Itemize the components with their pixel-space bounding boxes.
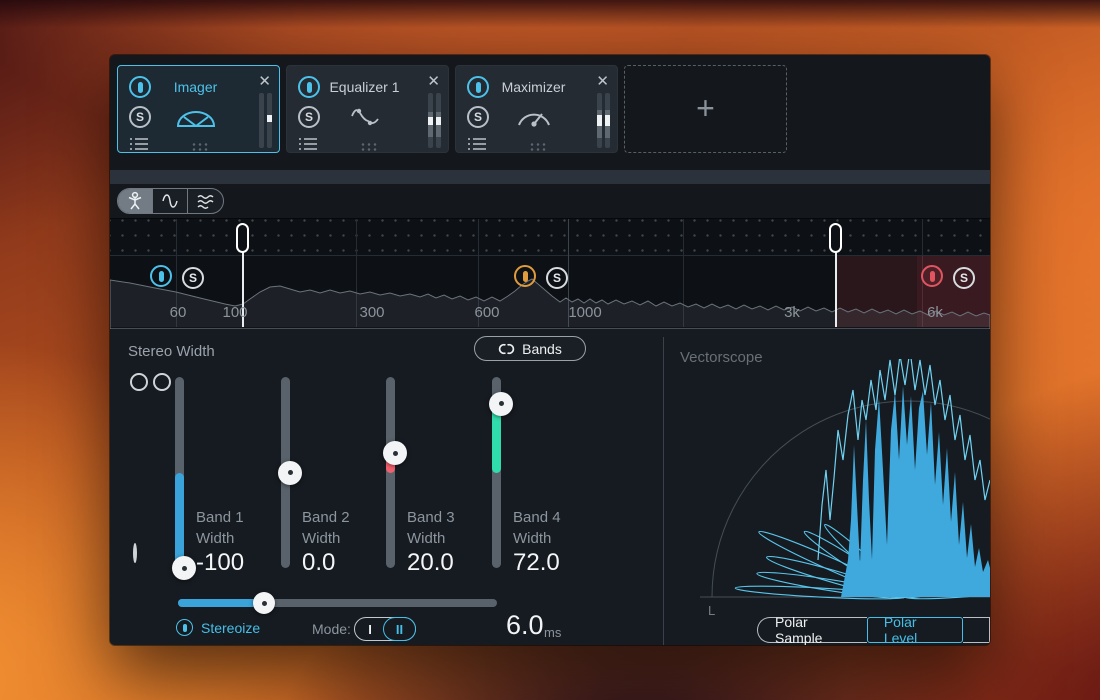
band3-power-button[interactable] [514, 265, 540, 291]
solo-button[interactable]: S [298, 106, 320, 128]
module-meters [428, 93, 441, 148]
imager-main-panel: Stereo Width Bands Band 1 Width -100 [110, 329, 990, 645]
band4-power-button[interactable] [921, 265, 947, 291]
bands-link-button[interactable]: Bands [474, 336, 586, 361]
freq-label: 60 [170, 304, 187, 321]
crossover-handle[interactable] [829, 223, 842, 253]
imager-gauge-icon [152, 104, 239, 130]
param-name: Width [407, 528, 455, 549]
link-icon [498, 343, 515, 355]
polar-sample-button[interactable]: Polar Sample [757, 617, 867, 643]
plus-icon: + [625, 90, 786, 127]
slider-handle[interactable] [172, 556, 196, 580]
module-title[interactable]: Imager [150, 79, 241, 95]
freq-label: 600 [474, 304, 499, 321]
delay-time-value[interactable]: 6.0 [506, 610, 544, 641]
crossover-handle[interactable] [236, 223, 249, 253]
module-meters [259, 93, 272, 148]
band-width-value: 20.0 [407, 552, 455, 573]
section-title: Stereo Width [128, 343, 215, 360]
module-power-icon[interactable] [298, 76, 320, 98]
param-name: Width [302, 528, 350, 549]
band1-solo-button[interactable]: S [182, 267, 204, 289]
preset-list-icon[interactable] [298, 136, 318, 155]
vectorscope-display [664, 359, 990, 609]
band-width-value: -100 [196, 552, 244, 573]
module-power-icon[interactable] [467, 76, 489, 98]
slider-handle[interactable] [489, 392, 513, 416]
module-chip-equalizer[interactable]: Equalizer 1 ✕ S [286, 65, 449, 153]
mode-switch[interactable]: I II [354, 617, 416, 641]
freq-label: 6k [927, 304, 943, 321]
module-title[interactable]: Equalizer 1 [319, 79, 410, 95]
slider-handle[interactable] [383, 441, 407, 465]
drag-handle-icon[interactable] [360, 142, 377, 151]
freq-label: 3k [784, 304, 800, 321]
eq-curve-icon [321, 104, 408, 132]
freq-label: 300 [359, 304, 384, 321]
clipped-button-stub[interactable] [963, 617, 990, 643]
freq-label: 100 [222, 304, 247, 321]
delay-time-unit: ms [544, 625, 561, 640]
band-name: Band 3 [407, 507, 455, 528]
add-module-slot[interactable]: + [624, 65, 787, 153]
left-channel-label: L [708, 603, 715, 618]
solo-button[interactable]: S [467, 106, 489, 128]
spectrum-crossover-view[interactable]: S S S 60 100 300 600 1000 3k 6k [110, 218, 990, 328]
module-chip-maximizer[interactable]: Maximizer ✕ S [455, 65, 618, 153]
stereoize-label: Stereoize [201, 620, 260, 636]
band1-power-button[interactable] [150, 265, 176, 291]
preset-list-icon[interactable] [129, 136, 149, 155]
drag-handle-icon[interactable] [529, 142, 546, 151]
tool-stick-figure[interactable] [118, 189, 153, 213]
section-separator [110, 170, 990, 184]
ozone-plugin-window: Imager ✕ S Equalizer 1 ✕ S [110, 55, 990, 645]
stereoize-amount-slider[interactable] [178, 599, 497, 607]
mode-option-1[interactable]: I [355, 618, 385, 640]
module-meters [597, 93, 610, 148]
band-name: Band 1 [196, 507, 244, 528]
mono-icon [133, 545, 137, 561]
close-icon[interactable]: ✕ [596, 74, 609, 89]
slider-handle[interactable] [278, 461, 302, 485]
view-toolbar [117, 188, 224, 214]
band-width-value: 0.0 [302, 552, 350, 573]
tool-sine-wave[interactable] [153, 189, 188, 213]
bands-button-label: Bands [522, 341, 562, 357]
band-width-value: 72.0 [513, 552, 561, 573]
module-title[interactable]: Maximizer [488, 79, 579, 95]
band-name: Band 4 [513, 507, 561, 528]
solo-button[interactable]: S [129, 106, 151, 128]
band-name: Band 2 [302, 507, 350, 528]
mode-option-2-selected[interactable]: II [383, 617, 416, 641]
module-power-icon[interactable] [129, 76, 151, 98]
close-icon[interactable]: ✕ [427, 74, 440, 89]
polar-level-button[interactable]: Polar Level [867, 617, 963, 643]
drag-handle-icon[interactable] [191, 142, 208, 151]
maximizer-gauge-icon [490, 104, 577, 130]
freq-label: 1000 [568, 304, 601, 321]
band4-solo-button[interactable]: S [953, 267, 975, 289]
power-icon [176, 619, 193, 636]
stereo-wide-icon [130, 373, 171, 391]
module-chain: Imager ✕ S Equalizer 1 ✕ S [117, 65, 787, 153]
stereoize-slider-handle[interactable] [253, 592, 275, 614]
tool-wavy-lines[interactable] [188, 189, 223, 213]
module-chip-imager[interactable]: Imager ✕ S [117, 65, 280, 153]
preset-list-icon[interactable] [467, 136, 487, 155]
close-icon[interactable]: ✕ [258, 74, 271, 89]
band3-solo-button[interactable]: S [546, 267, 568, 289]
mode-label: Mode: [312, 621, 351, 637]
desktop-wallpaper: Imager ✕ S Equalizer 1 ✕ S [0, 0, 1100, 700]
vectorscope-mode-buttons: Polar Sample Polar Level [757, 617, 990, 643]
param-name: Width [513, 528, 561, 549]
stereoize-toggle[interactable]: Stereoize [176, 619, 260, 636]
param-name: Width [196, 528, 244, 549]
crossover-line [835, 252, 837, 327]
